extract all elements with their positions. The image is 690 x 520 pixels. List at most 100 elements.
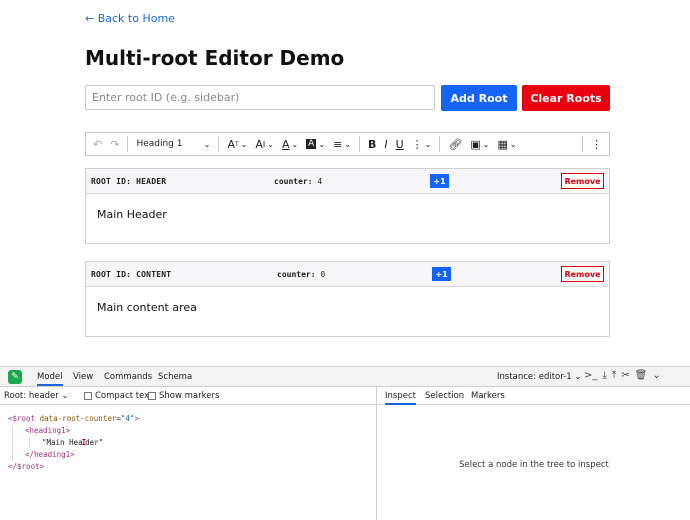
trash-icon[interactable]: 🗑︎ — [635, 370, 648, 381]
tree-root-close: </$root> — [8, 462, 45, 471]
console-icon[interactable]: >_ — [584, 370, 597, 381]
link-icon[interactable]: 🔗︎ — [445, 134, 465, 154]
tree-text-after: der" — [85, 438, 104, 447]
compact-text-label: Compact text — [95, 391, 153, 401]
alignment-icon[interactable]: ≡ ⌄ — [330, 134, 354, 154]
bold-icon[interactable]: B — [365, 134, 379, 154]
tree-attr-value: "4" — [120, 414, 135, 423]
tree-text-node[interactable]: "Main HeaIder" — [42, 437, 139, 449]
root-id-label: ROOT ID: HEADER — [91, 177, 167, 186]
counter-display: counter: 4 — [274, 177, 322, 186]
counter-display: counter: 0 — [277, 270, 325, 279]
tree-children: "Main HeaIder" — [29, 437, 139, 449]
tree-tag: > — [134, 414, 139, 423]
inspector-logo-icon: ✎ — [8, 370, 22, 384]
toolbar-separator — [439, 136, 441, 152]
upload-icon[interactable]: ⤒ — [612, 370, 616, 381]
inspect-empty-message: Select a node in the tree to inspect — [459, 460, 609, 470]
tab-commands[interactable]: Commands — [104, 372, 152, 382]
root-content-text: Main Header — [97, 208, 167, 221]
inspect-pane: Inspect Selection Markers Select a node … — [378, 387, 690, 520]
font-size-icon[interactable]: A T ⌄ — [224, 134, 250, 154]
table-icon[interactable]: ▦ ⌄ — [494, 134, 519, 154]
model-tree-options: Root: header ⌄ Compact text Show markers — [0, 387, 376, 405]
toolbar-separator — [218, 136, 220, 152]
italic-icon[interactable]: I — [381, 134, 390, 154]
root-id-input[interactable] — [85, 85, 435, 110]
checkbox-icon — [148, 391, 156, 400]
remove-root-button[interactable]: Remove — [561, 266, 604, 282]
root-selector[interactable]: Root: header ⌄ — [4, 391, 69, 401]
counter-value: 4 — [317, 177, 323, 186]
increment-button[interactable]: +1 — [430, 174, 449, 188]
add-root-button[interactable]: Add Root — [441, 85, 517, 111]
root-panel-content: ROOT ID: CONTENT counter: 0 +1 Remove Ma… — [85, 261, 610, 337]
root-panel-header-bar: ROOT ID: CONTENT counter: 0 +1 Remove — [86, 262, 609, 287]
root-selector-label: Root: — [4, 391, 27, 401]
chevron-down-icon: ⌄ — [574, 372, 582, 382]
root-content-text: Main content area — [97, 301, 197, 314]
font-color-icon[interactable]: A ⌄ — [279, 134, 301, 154]
root-panel-header: ROOT ID: HEADER counter: 4 +1 Remove Mai… — [85, 168, 610, 244]
heading-dropdown[interactable]: Heading 1 ⌄ — [133, 134, 213, 154]
font-family-icon[interactable]: A I ⌄ — [252, 134, 277, 154]
redo-icon[interactable]: ↷ — [107, 134, 122, 154]
model-tree-pane: Root: header ⌄ Compact text Show markers… — [0, 387, 377, 520]
heading-dropdown-label: Heading 1 — [136, 139, 183, 149]
counter-label: counter: — [274, 177, 313, 186]
download-icon[interactable]: ⤓ — [602, 370, 606, 381]
inspector-tab-bar: ✎ Model View Commands Schema Instance: e… — [0, 367, 690, 387]
show-markers-label: Show markers — [159, 391, 220, 401]
back-to-home-link[interactable]: ← Back to Home — [85, 12, 175, 25]
increment-button[interactable]: +1 — [432, 267, 451, 281]
toolbar-separator — [358, 136, 360, 152]
underline-icon[interactable]: U — [393, 134, 407, 154]
checkbox-icon — [84, 391, 92, 400]
tree-text-before: "Main Hea — [42, 438, 83, 447]
image-icon[interactable]: ▣ ⌄ — [467, 134, 492, 154]
collapse-icon[interactable]: ⌄ — [652, 370, 660, 381]
more-icon[interactable]: ⋮ ⌄ — [409, 134, 435, 154]
instance-value: editor-1 — [538, 372, 572, 382]
clear-roots-button[interactable]: Clear Roots — [522, 85, 610, 111]
font-background-icon[interactable]: A ⌄ — [303, 134, 328, 154]
tree-children: <heading1> "Main HeaIder" </heading1> — [12, 425, 139, 461]
tree-root-node[interactable]: <$root data-root-counter="4"> — [8, 413, 139, 425]
root-id-label: ROOT ID: CONTENT — [91, 270, 172, 279]
editor-inspector: ✎ Model View Commands Schema Instance: e… — [0, 366, 690, 520]
compact-text-toggle[interactable]: Compact text — [84, 391, 153, 401]
inspect-tab-bar: Inspect Selection Markers — [378, 387, 690, 405]
tree-heading-node[interactable]: <heading1> — [25, 425, 139, 437]
instance-label: Instance: — [497, 372, 537, 382]
root-editable-area[interactable]: Main content area — [86, 287, 609, 328]
page: ← Back to Home Multi-root Editor Demo Ad… — [0, 0, 690, 520]
page-title: Multi-root Editor Demo — [85, 46, 345, 70]
counter-label: counter: — [277, 270, 316, 279]
tab-selection[interactable]: Selection — [425, 391, 464, 401]
toolbar-separator — [582, 136, 583, 152]
tab-inspect[interactable]: Inspect — [385, 391, 416, 405]
tab-model[interactable]: Model — [37, 372, 63, 386]
root-selector-value: header — [28, 391, 59, 401]
root-editable-area[interactable]: Main Header — [86, 194, 609, 235]
chevron-down-icon: ⌄ — [203, 139, 211, 149]
show-markers-toggle[interactable]: Show markers — [148, 391, 219, 401]
tree-attr: data-root-counter — [39, 414, 117, 423]
tree-heading-close: </heading1> — [25, 450, 75, 459]
tab-schema[interactable]: Schema — [158, 372, 192, 382]
model-tree: <$root data-root-counter="4"> <heading1>… — [8, 413, 139, 473]
overflow-icon[interactable]: ⋮ — [588, 134, 605, 154]
toolbar-separator — [127, 136, 129, 152]
undo-icon[interactable]: ↶ — [90, 134, 105, 154]
tree-tag: <$root — [8, 414, 36, 423]
remove-root-button[interactable]: Remove — [561, 173, 604, 189]
tab-view[interactable]: View — [73, 372, 93, 382]
chevron-down-icon: ⌄ — [61, 391, 69, 401]
editor-toolbar: ↶ ↷ Heading 1 ⌄ A T ⌄ A I ⌄ A ⌄ A ⌄ ≡ ⌄ B I U ⋮… — [85, 132, 610, 156]
disconnect-icon[interactable]: ✂ — [621, 370, 629, 381]
root-panel-header-bar: ROOT ID: HEADER counter: 4 +1 Remove — [86, 169, 609, 194]
inspector-actions: >_ ⤓ ⤒ ✂ 🗑︎ ⌄ — [584, 370, 661, 381]
tab-markers[interactable]: Markers — [471, 391, 505, 401]
instance-selector[interactable]: Instance: editor-1 ⌄ — [497, 372, 582, 382]
counter-value: 0 — [320, 270, 326, 279]
